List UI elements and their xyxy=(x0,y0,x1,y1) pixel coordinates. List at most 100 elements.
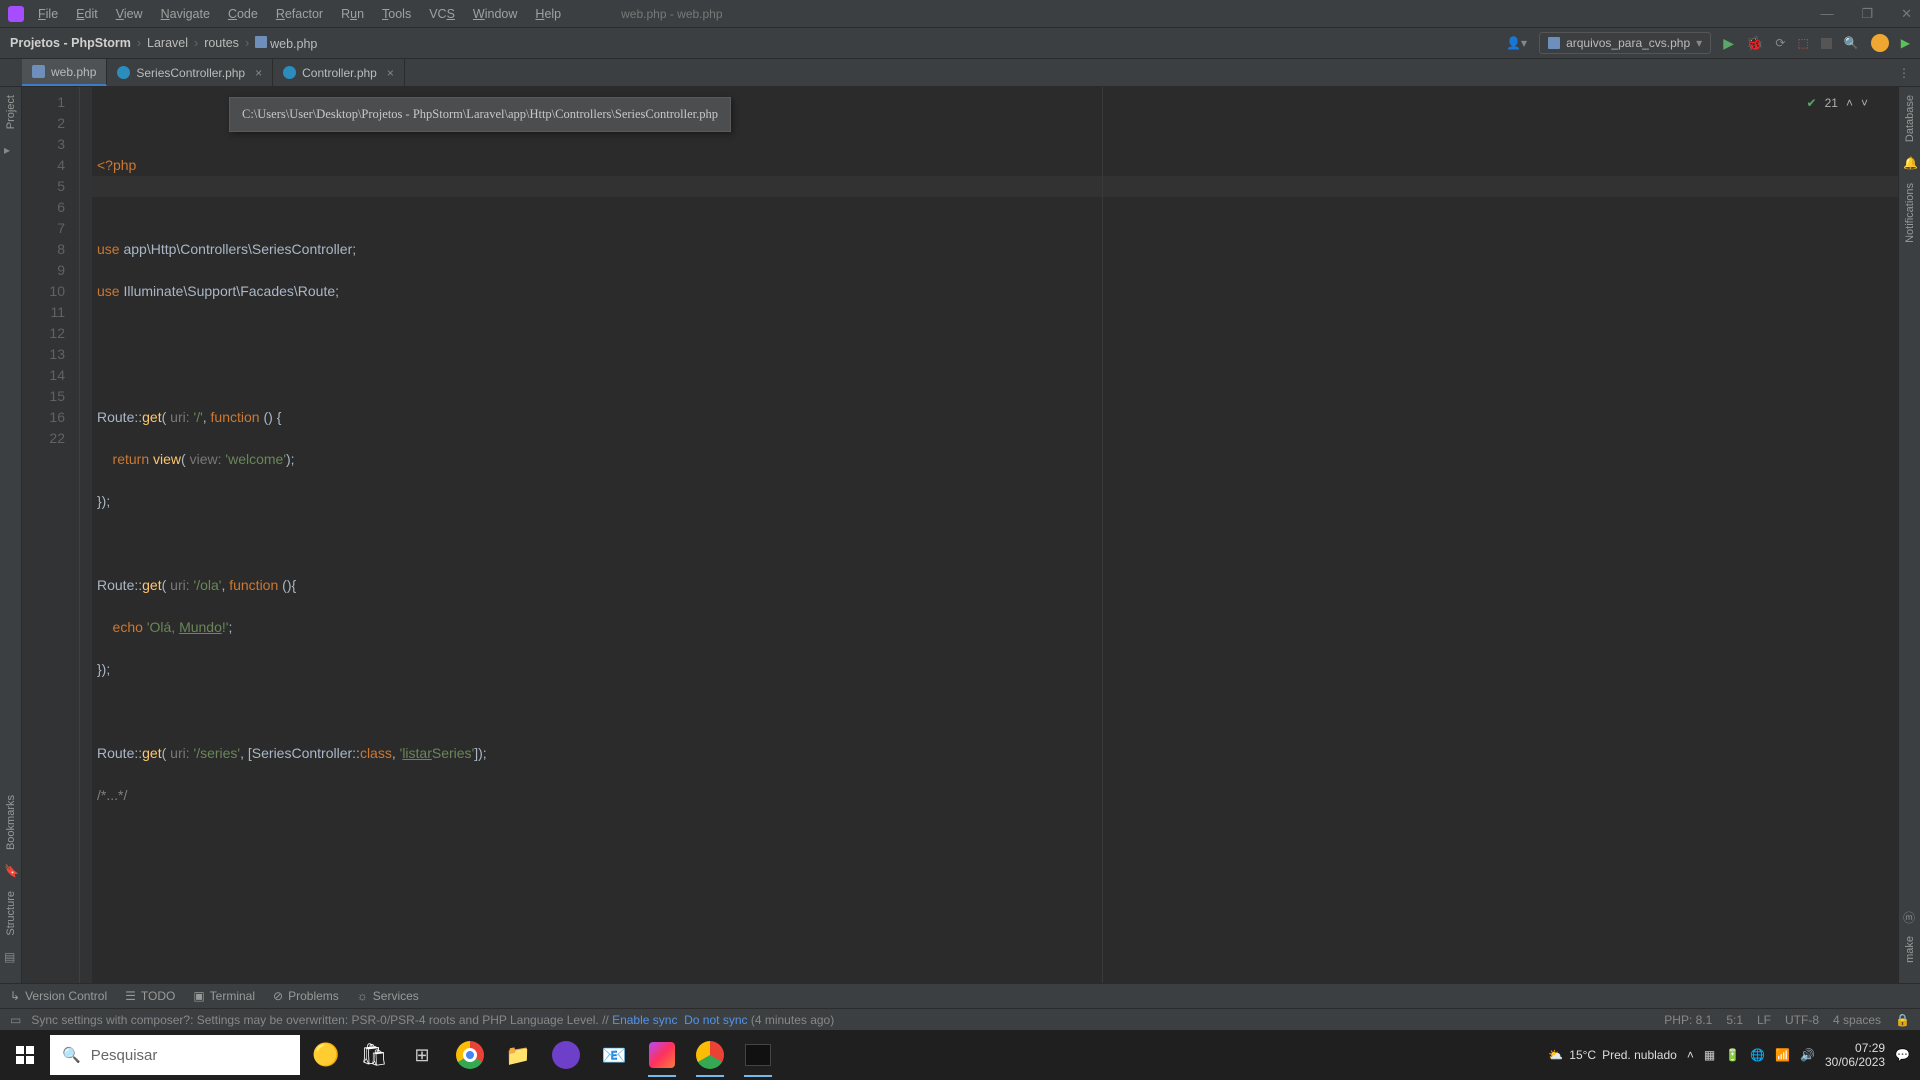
user-dropdown[interactable]: 👤▾ xyxy=(1506,36,1527,50)
clock[interactable]: 07:29 30/06/2023 xyxy=(1825,1041,1885,1069)
left-toolwindow-bar: Project ▸ Bookmarks 🔖 Structure ▤ xyxy=(0,87,22,983)
tab-controller[interactable]: Controller.php × xyxy=(273,59,405,86)
database-tool-button[interactable]: Database xyxy=(1904,95,1916,142)
cmd-app[interactable] xyxy=(736,1033,780,1077)
terminal-button[interactable]: ▣ Terminal xyxy=(193,989,255,1003)
fold-gutter[interactable] xyxy=(80,87,92,983)
minimize-button[interactable]: — xyxy=(1820,6,1833,22)
github-app[interactable] xyxy=(544,1033,588,1077)
status-message: Sync settings with composer?: Settings m… xyxy=(31,1013,1664,1027)
tray-chevron-up-icon[interactable]: ˄ xyxy=(1687,1048,1694,1062)
inspections-widget[interactable]: ✔ 21 ˄ ˅ xyxy=(1807,93,1868,114)
menu-view[interactable]: View xyxy=(116,7,143,21)
chevron-right-icon: › xyxy=(137,36,141,50)
menu-vcs[interactable]: VCS xyxy=(429,7,455,21)
search-icon: 🔍 xyxy=(62,1046,81,1064)
right-margin xyxy=(1102,87,1103,983)
breadcrumb-routes[interactable]: routes xyxy=(204,36,239,50)
menu-navigate[interactable]: Navigate xyxy=(161,7,210,21)
search-everywhere-button[interactable]: 🔍 xyxy=(1844,36,1859,50)
bookmark-icon: 🔖 xyxy=(4,864,17,877)
action-center-icon[interactable]: 💬 xyxy=(1895,1048,1910,1062)
toolwindows-toggle[interactable]: ▭ xyxy=(10,1013,21,1027)
breadcrumb-file[interactable]: web.php xyxy=(255,36,317,51)
code-content[interactable]: <?php use app\Http\Controllers\SeriesCon… xyxy=(92,87,1898,983)
do-not-sync-link[interactable]: Do not sync xyxy=(684,1013,747,1027)
battery-icon[interactable]: 🔋 xyxy=(1725,1048,1740,1062)
chevron-down-icon[interactable]: ˅ xyxy=(1861,93,1868,114)
wifi-icon[interactable]: 📶 xyxy=(1775,1048,1790,1062)
menu-code[interactable]: Code xyxy=(228,7,258,21)
services-button[interactable]: ☼ Services xyxy=(357,989,419,1003)
close-icon[interactable]: × xyxy=(387,66,394,80)
menu-help[interactable]: Help xyxy=(535,7,561,21)
menu-refactor[interactable]: Refactor xyxy=(276,7,323,21)
debug-button[interactable]: 🐞 xyxy=(1746,35,1763,52)
close-icon[interactable]: × xyxy=(255,66,262,80)
project-tool-button[interactable]: Project xyxy=(5,95,17,129)
file-path-tooltip: C:\Users\User\Desktop\Projetos - PhpStor… xyxy=(229,97,731,132)
chevron-up-icon[interactable]: ˄ xyxy=(1846,93,1853,114)
tray-app-icon[interactable]: ▦ xyxy=(1704,1048,1715,1062)
volume-icon[interactable]: 🔊 xyxy=(1800,1048,1815,1062)
account-avatar[interactable] xyxy=(1871,34,1889,52)
tab-web-php[interactable]: web.php xyxy=(22,59,107,86)
phpstorm-app[interactable] xyxy=(640,1033,684,1077)
network-icon[interactable]: 🌐 xyxy=(1750,1048,1765,1062)
enable-sync-link[interactable]: Enable sync xyxy=(612,1013,677,1027)
file-encoding[interactable]: UTF-8 xyxy=(1785,1013,1819,1027)
breadcrumb-project[interactable]: Projetos - PhpStorm xyxy=(10,36,131,50)
taskbar-search[interactable]: 🔍 Pesquisar xyxy=(50,1035,300,1075)
menu-tools[interactable]: Tools xyxy=(382,7,411,21)
run-coverage-button[interactable]: ⟳ xyxy=(1775,36,1785,50)
profiler-button[interactable]: ⬚ xyxy=(1797,36,1808,50)
bookmarks-tool-button[interactable]: Bookmarks xyxy=(5,795,17,850)
close-button[interactable]: ✕ xyxy=(1901,6,1912,22)
cursor-position[interactable]: 5:1 xyxy=(1726,1013,1743,1027)
menu-run[interactable]: Run xyxy=(341,7,364,21)
run-config-selector[interactable]: arquivos_para_cvs.php ▾ xyxy=(1539,32,1711,54)
chrome-app[interactable] xyxy=(448,1033,492,1077)
window-title: web.php - web.php xyxy=(561,7,1820,21)
version-control-button[interactable]: ↳ Version Control xyxy=(10,989,107,1003)
indent-setting[interactable]: 4 spaces xyxy=(1833,1013,1881,1027)
stop-button[interactable] xyxy=(1821,38,1832,49)
notifications-tool-button[interactable]: Notifications xyxy=(1904,183,1916,243)
mail-app[interactable]: 📧 xyxy=(592,1033,636,1077)
folder-icon: ▸ xyxy=(4,143,17,156)
code-editor[interactable]: 1234567891011121314151622 <?php use app\… xyxy=(22,87,1898,983)
readonly-toggle[interactable]: 🔒 xyxy=(1895,1013,1910,1027)
tabs-more[interactable]: ⋮ xyxy=(1888,59,1920,86)
store-app[interactable]: 🛍 xyxy=(352,1033,396,1077)
weather-widget[interactable]: ⛅ 15°C Pred. nublado xyxy=(1548,1048,1677,1062)
problems-button[interactable]: ⊘ Problems xyxy=(273,989,339,1003)
todo-button[interactable]: ☰ TODO xyxy=(125,989,175,1003)
menu-edit[interactable]: Edit xyxy=(76,7,98,21)
class-icon xyxy=(283,66,296,79)
breadcrumb-laravel[interactable]: Laravel xyxy=(147,36,188,50)
php-version[interactable]: PHP: 8.1 xyxy=(1664,1013,1712,1027)
chevron-right-icon: › xyxy=(194,36,198,50)
start-button[interactable] xyxy=(0,1030,50,1080)
cortana-app[interactable]: 🟡 xyxy=(304,1033,348,1077)
status-bar: ▭ Sync settings with composer?: Settings… xyxy=(0,1008,1920,1030)
menu-window[interactable]: Window xyxy=(473,7,517,21)
line-separator[interactable]: LF xyxy=(1757,1013,1771,1027)
menu-file[interactable]: File xyxy=(38,7,58,21)
ide-update-button[interactable]: ▶ xyxy=(1901,36,1910,50)
chrome-canary-app[interactable] xyxy=(688,1033,732,1077)
maximize-button[interactable]: ❐ xyxy=(1861,6,1873,22)
line-gutter: 1234567891011121314151622 xyxy=(22,87,80,983)
make-tool-button[interactable]: make xyxy=(1904,936,1916,963)
tab-seriescontroller[interactable]: SeriesController.php × xyxy=(107,59,273,86)
task-view-button[interactable]: ⊞ xyxy=(400,1033,444,1077)
explorer-app[interactable]: 📁 xyxy=(496,1033,540,1077)
bell-icon: 🔔 xyxy=(1903,156,1916,169)
breadcrumb: Projetos - PhpStorm › Laravel › routes ›… xyxy=(10,36,317,51)
chevron-right-icon: › xyxy=(245,36,249,50)
structure-tool-button[interactable]: Structure xyxy=(5,891,17,936)
tab-label: Controller.php xyxy=(302,66,377,80)
php-file-icon xyxy=(255,36,267,48)
run-button[interactable]: ▶ xyxy=(1723,35,1734,52)
search-placeholder: Pesquisar xyxy=(91,1047,158,1064)
